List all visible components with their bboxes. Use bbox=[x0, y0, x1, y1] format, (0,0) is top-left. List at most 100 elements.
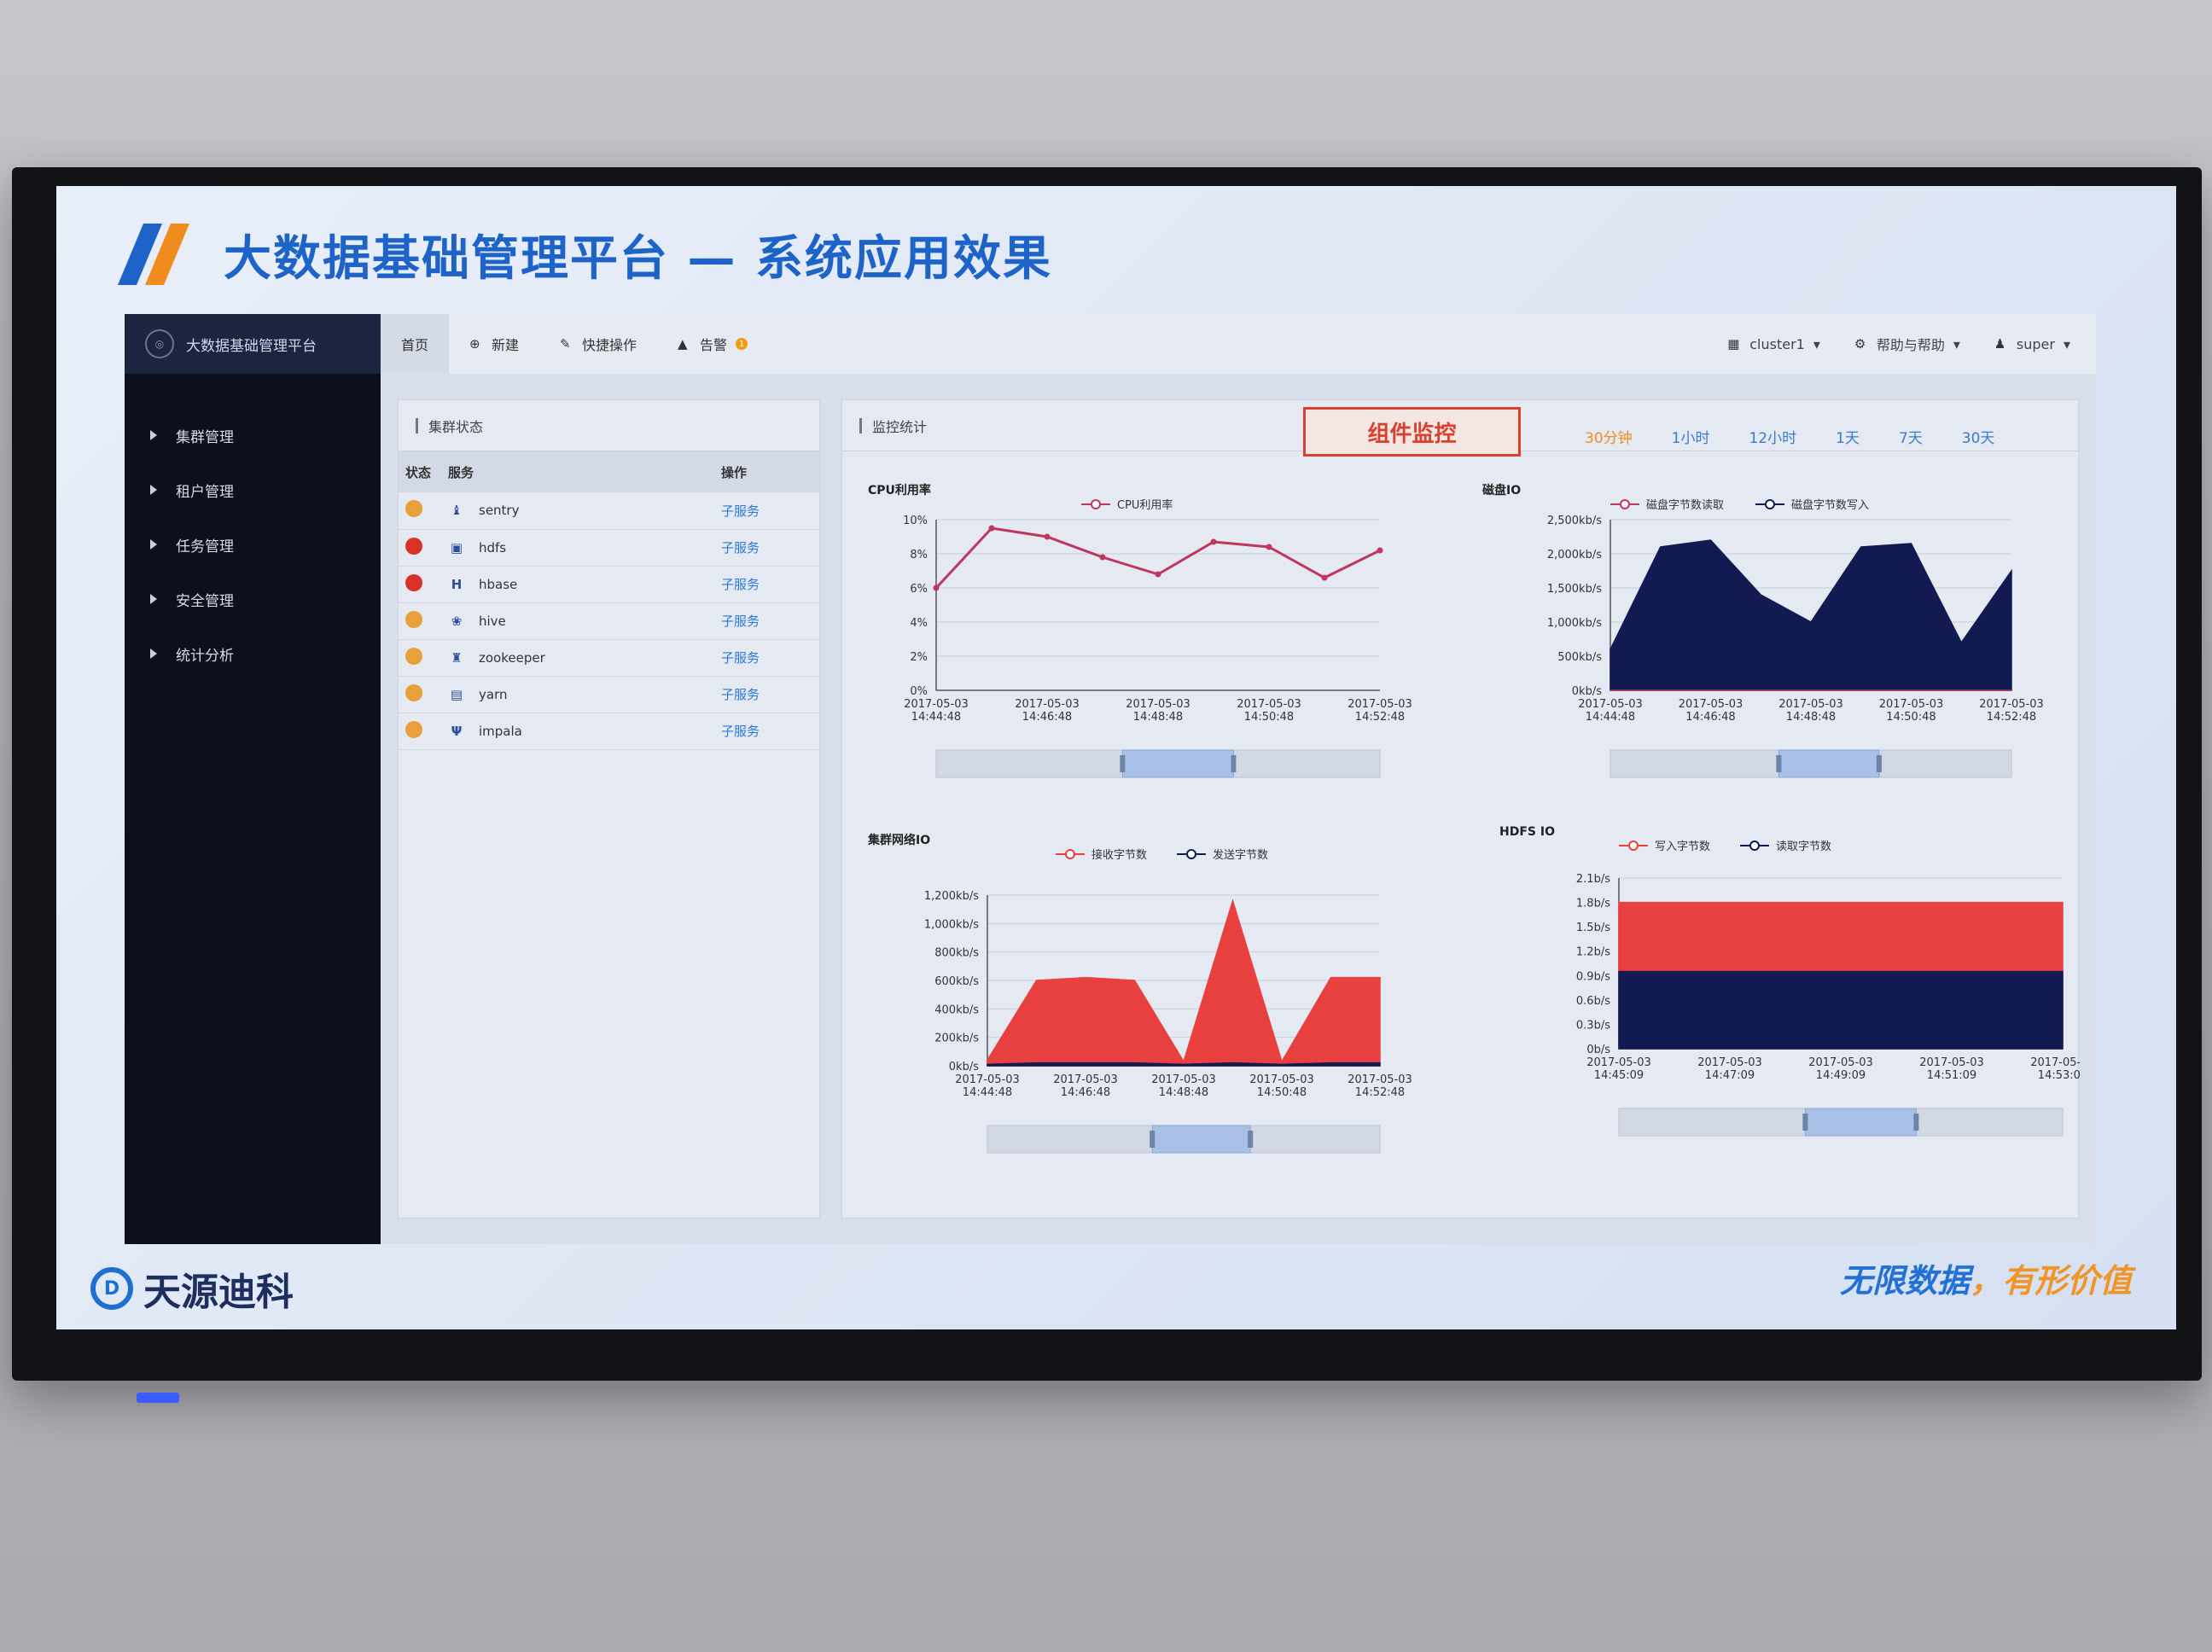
legend-marker bbox=[1065, 849, 1075, 859]
y-tick-label: 0b/s bbox=[1586, 1044, 1610, 1056]
tab-home[interactable]: 首页 bbox=[381, 314, 450, 374]
cluster-selector[interactable]: ▦ cluster1 ▾ bbox=[1727, 334, 1820, 354]
x-tick-label: 14:45:09 bbox=[1594, 1069, 1644, 1082]
zoom-slider-handle bbox=[1913, 1114, 1919, 1131]
x-tick-label: 2017-05-03 bbox=[1578, 698, 1643, 711]
zoom-slider-handle bbox=[1150, 1131, 1155, 1148]
x-tick-label: 2017-05-03 bbox=[1053, 1073, 1118, 1086]
table-row: Hhbase 子服务 bbox=[399, 566, 819, 603]
data-point bbox=[1266, 544, 1272, 550]
zoom-slider-window bbox=[1151, 1125, 1251, 1154]
sub-service-link[interactable]: 子服务 bbox=[721, 724, 760, 739]
sidebar-item-label: 集群管理 bbox=[176, 428, 234, 446]
status-indicator bbox=[405, 647, 422, 665]
y-tick-label: 2,500kb/s bbox=[1547, 515, 1602, 527]
time-range-tab[interactable]: 1天 bbox=[1836, 426, 1860, 447]
y-tick-label: 2% bbox=[910, 651, 928, 664]
service-name: impala bbox=[479, 723, 522, 739]
y-tick-label: 10% bbox=[903, 515, 928, 527]
y-tick-label: 2.1b/s bbox=[1576, 873, 1610, 886]
x-tick-label: 14:44:48 bbox=[963, 1086, 1012, 1099]
sidebar-item-security[interactable]: 安全管理 bbox=[125, 572, 381, 626]
service-name: zookeeper bbox=[479, 649, 545, 666]
zoom-slider-handle bbox=[1231, 755, 1237, 772]
legend-label: 发送字节数 bbox=[1213, 848, 1268, 862]
sub-service-link[interactable]: 子服务 bbox=[721, 687, 760, 702]
legend-label: 写入字节数 bbox=[1655, 841, 1710, 853]
sidebar-item-label: 安全管理 bbox=[176, 592, 234, 610]
quick-action-button[interactable]: ✎ 快捷操作 bbox=[539, 314, 657, 374]
legend-marker bbox=[1620, 499, 1630, 509]
x-tick-label: 2017-05-03 bbox=[1586, 1056, 1651, 1069]
sidebar-item-task[interactable]: 任务管理 bbox=[125, 517, 381, 572]
service-table: 状态 服务 操作 ♝ sentry 子服务 ▣ hdfs 子服务 Hhbase 子服… bbox=[399, 451, 819, 750]
new-button[interactable]: ⊕ 新建 bbox=[449, 314, 539, 374]
time-range-tabs: 30分钟 1小时 12小时 1天 7天 30天 bbox=[1585, 426, 1994, 447]
y-tick-label: 1.8b/s bbox=[1576, 898, 1610, 910]
y-tick-label: 2,000kb/s bbox=[1547, 549, 1602, 561]
sidebar-title: 大数据基础管理平台 bbox=[186, 337, 317, 355]
tv-screen: 大数据基础管理平台 — 系统应用效果 ◎ 大数据基础管理平台 集群管理 租户管理… bbox=[56, 186, 2176, 1329]
time-range-tab[interactable]: 30天 bbox=[1962, 426, 1995, 447]
time-range-tab[interactable]: 12小时 bbox=[1749, 426, 1796, 447]
y-tick-label: 0.3b/s bbox=[1576, 1019, 1610, 1032]
panel-title: 集群状态 bbox=[428, 418, 484, 435]
sub-service-link[interactable]: 子服务 bbox=[721, 540, 760, 556]
x-tick-label: 14:48:48 bbox=[1786, 711, 1836, 724]
y-tick-label: 400kb/s bbox=[934, 1003, 979, 1016]
x-tick-label: 2017-05-03 bbox=[1237, 698, 1301, 711]
yarn-icon: ▤ bbox=[450, 686, 463, 702]
time-range-tab[interactable]: 1小时 bbox=[1672, 426, 1710, 447]
chevron-down-icon: ▾ bbox=[2063, 335, 2070, 352]
legend-marker bbox=[1628, 841, 1639, 851]
caret-right-icon bbox=[150, 485, 157, 495]
legend-label: 接收字节数 bbox=[1091, 848, 1147, 862]
sub-service-link[interactable]: 子服务 bbox=[721, 503, 760, 519]
sidebar-item-statistics[interactable]: 统计分析 bbox=[125, 626, 381, 681]
sub-service-link[interactable]: 子服务 bbox=[721, 577, 760, 592]
sidebar-item-tenant[interactable]: 租户管理 bbox=[125, 462, 381, 517]
y-tick-label: 8% bbox=[910, 549, 928, 561]
zookeeper-icon: ♜ bbox=[451, 649, 463, 666]
x-tick-label: 2017-05-03 bbox=[1015, 698, 1080, 711]
x-tick-label: 14:50:48 bbox=[1244, 711, 1294, 724]
legend-marker bbox=[1765, 499, 1775, 509]
cluster-status-panel: 集群状态 状态 服务 操作 ♝ sentry 子服务 ▣ hdfs 子服务 Hhba… bbox=[398, 399, 820, 1219]
charts-area: CPU利用率CPU利用率0%2%4%6%8%10%2017-05-0314:44… bbox=[867, 483, 2080, 1154]
time-range-tab[interactable]: 7天 bbox=[1899, 426, 1923, 447]
alert-badge: 1 bbox=[736, 338, 748, 350]
alert-button[interactable]: ▲ 告警 1 bbox=[657, 314, 768, 374]
chart-title: 集群网络IO bbox=[867, 833, 930, 847]
component-monitor-label: 组件监控 bbox=[1303, 407, 1521, 457]
sub-service-link[interactable]: 子服务 bbox=[721, 650, 760, 666]
help-menu[interactable]: ⚙ 帮助与帮助 ▾ bbox=[1854, 334, 1960, 354]
table-row: ❀ hive 子服务 bbox=[399, 602, 819, 640]
legend-label: CPU利用率 bbox=[1117, 498, 1173, 512]
panel-header: 集群状态 bbox=[399, 400, 819, 451]
chart-title: HDFS IO bbox=[1499, 825, 1555, 839]
x-tick-label: 2017-05-03 bbox=[1697, 1056, 1762, 1069]
tab-label: 新建 bbox=[492, 337, 520, 353]
sub-service-link[interactable]: 子服务 bbox=[721, 614, 760, 629]
time-range-tab[interactable]: 30分钟 bbox=[1585, 426, 1633, 447]
user-menu[interactable]: ♟ super ▾ bbox=[1994, 334, 2070, 354]
status-indicator bbox=[405, 500, 422, 518]
x-tick-label: 2017-05-03 bbox=[1979, 698, 2044, 711]
x-tick-label: 2017-05-03 bbox=[955, 1073, 1020, 1086]
main-content: 集群状态 状态 服务 操作 ♝ sentry 子服务 ▣ hdfs 子服务 Hhba… bbox=[381, 374, 2096, 1244]
x-tick-label: 2017-05-03 bbox=[1679, 698, 1743, 711]
series-line bbox=[934, 526, 1381, 590]
brand-logo-icon: D bbox=[90, 1267, 133, 1310]
table-row: ▤ yarn 子服务 bbox=[399, 676, 819, 713]
x-tick-label: 2017-05-03 bbox=[1879, 698, 1944, 711]
y-tick-label: 0% bbox=[910, 685, 928, 698]
legend-label: 读取字节数 bbox=[1776, 841, 1831, 853]
hbase-icon: H bbox=[451, 576, 463, 592]
sidebar-item-cluster[interactable]: 集群管理 bbox=[125, 408, 381, 462]
data-point bbox=[1155, 571, 1161, 578]
x-tick-label: 2017-05-03 bbox=[1919, 1056, 1984, 1069]
sentry-icon: ♝ bbox=[451, 503, 463, 519]
bell-icon: ▲ bbox=[678, 336, 688, 352]
y-tick-label: 0kb/s bbox=[1572, 685, 1602, 698]
data-point bbox=[1044, 533, 1051, 540]
